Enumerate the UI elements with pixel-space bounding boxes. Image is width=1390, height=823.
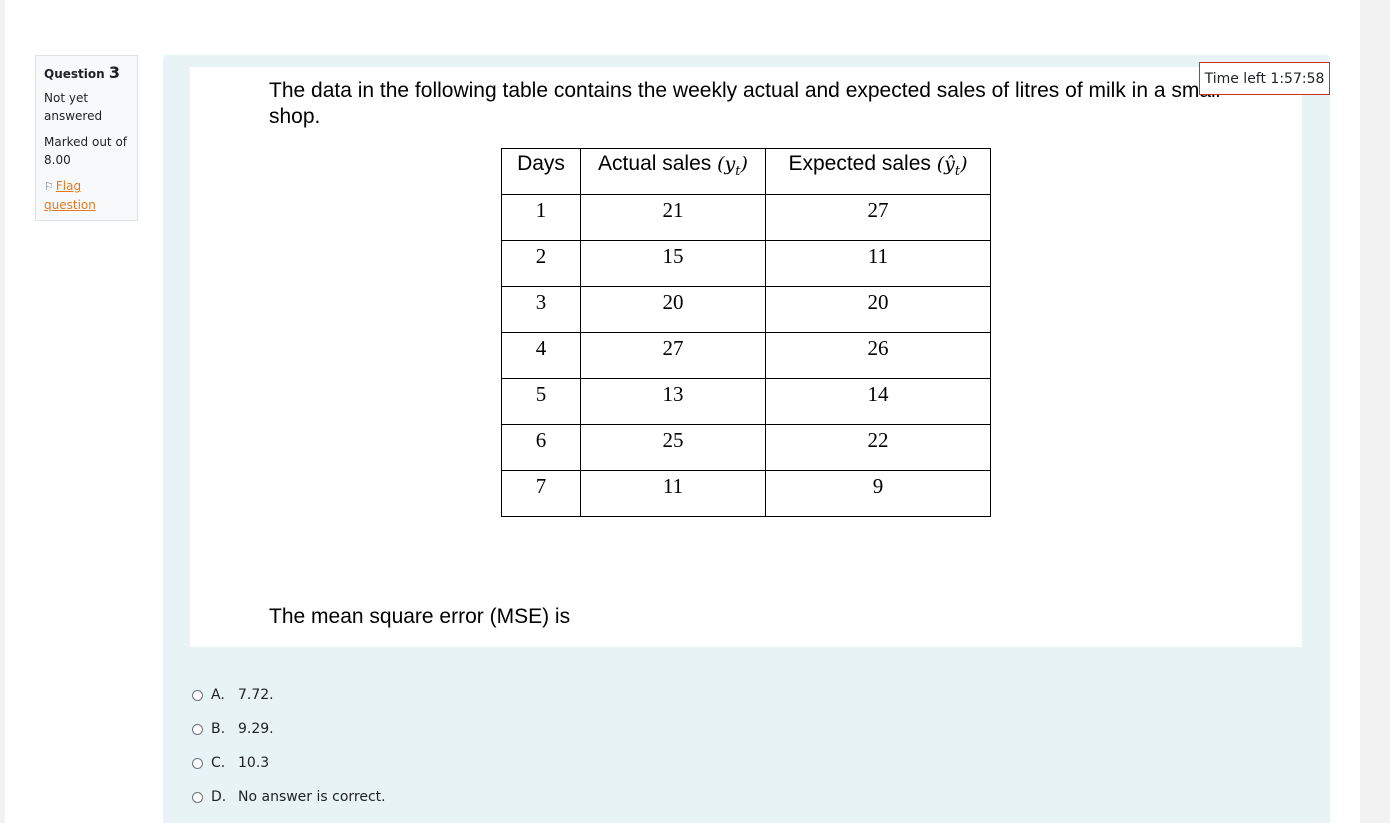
table-row: 3 20 20 (501, 286, 991, 333)
header-actual-label: Actual sales (598, 152, 712, 175)
flag-question[interactable]: ⚐ Flag question (44, 177, 129, 214)
answer-text[interactable]: 10.3 (238, 755, 269, 771)
cell-expected: 9 (765, 470, 991, 517)
header-expected-symbol: (ŷt) (936, 153, 968, 179)
cell-day: 2 (501, 240, 581, 287)
table-row: 6 25 22 (501, 424, 991, 471)
header-expected-label: Expected sales (788, 152, 931, 175)
answer-letter: C. (211, 755, 226, 771)
header-actual-symbol: (yt) (717, 153, 748, 179)
question-intro: The data in the following table contains… (269, 79, 1221, 128)
answer-options: A. 7.72. B. 9.29. C. 10.3 D. No answer i… (190, 678, 386, 814)
cell-day: 7 (501, 470, 581, 517)
cell-day: 5 (501, 378, 581, 425)
cell-actual: 20 (580, 286, 766, 333)
question-prompt: The mean square error (MSE) is (269, 605, 571, 628)
cell-actual: 25 (580, 424, 766, 471)
cell-expected: 11 (765, 240, 991, 287)
cell-expected: 22 (765, 424, 991, 471)
cell-actual: 21 (580, 194, 766, 241)
question-mark: Marked out of 8.00 (44, 135, 128, 167)
answer-option-c[interactable]: C. 10.3 (190, 746, 386, 780)
cell-expected: 20 (765, 286, 991, 333)
cell-day: 1 (501, 194, 581, 241)
cell-actual: 15 (580, 240, 766, 287)
sales-table: Days Actual sales (yt) Expected sales (ŷ… (501, 148, 991, 517)
cell-actual: 11 (580, 470, 766, 517)
radio-button[interactable] (192, 791, 203, 803)
page-left-border (0, 0, 5, 823)
cell-expected: 26 (765, 332, 991, 379)
header-actual-sales: Actual sales (yt) (580, 148, 766, 195)
table-row: 4 27 26 (501, 332, 991, 379)
cell-day: 6 (501, 424, 581, 471)
quiz-timer: Time left 1:57:58 (1199, 62, 1330, 95)
table-row: 7 11 9 (501, 470, 991, 517)
question-number: Question 3 (44, 64, 129, 83)
answer-option-b[interactable]: B. 9.29. (190, 712, 386, 746)
cell-actual: 13 (580, 378, 766, 425)
answer-text[interactable]: 7.72. (238, 687, 274, 703)
question-number-value: 3 (108, 63, 120, 82)
question-info-panel: Question 3 Not yet answered Marked out o… (35, 55, 138, 221)
radio-button[interactable] (192, 757, 203, 769)
page-right-border (1360, 0, 1390, 823)
cell-day: 4 (501, 332, 581, 379)
radio-button[interactable] (192, 689, 203, 701)
flag-icon: ⚐ (44, 180, 54, 193)
answer-text[interactable]: No answer is correct. (238, 789, 386, 805)
cell-expected: 27 (765, 194, 991, 241)
table-row: 5 13 14 (501, 378, 991, 425)
question-state: Not yet answered (44, 91, 103, 123)
table-row: 2 15 11 (501, 240, 991, 287)
answer-letter: D. (211, 789, 227, 805)
header-expected-sales: Expected sales (ŷt) (765, 148, 991, 195)
answer-letter: B. (211, 721, 226, 737)
answer-text[interactable]: 9.29. (238, 721, 274, 737)
actual-symbol: y (724, 153, 736, 175)
radio-button[interactable] (192, 723, 203, 735)
cell-actual: 27 (580, 332, 766, 379)
answer-option-a[interactable]: A. 7.72. (190, 678, 386, 712)
table-header-row: Days Actual sales (yt) Expected sales (ŷ… (501, 148, 991, 195)
table-row: 1 21 27 (501, 194, 991, 241)
expected-subscript: t (954, 163, 961, 179)
answer-option-d[interactable]: D. No answer is correct. (190, 780, 386, 814)
cell-expected: 14 (765, 378, 991, 425)
expected-symbol: ŷ (944, 153, 955, 175)
answer-letter: A. (211, 687, 225, 703)
cell-day: 3 (501, 286, 581, 333)
question-label: Question (44, 67, 105, 81)
header-days: Days (501, 148, 581, 195)
actual-subscript: t (735, 163, 741, 179)
